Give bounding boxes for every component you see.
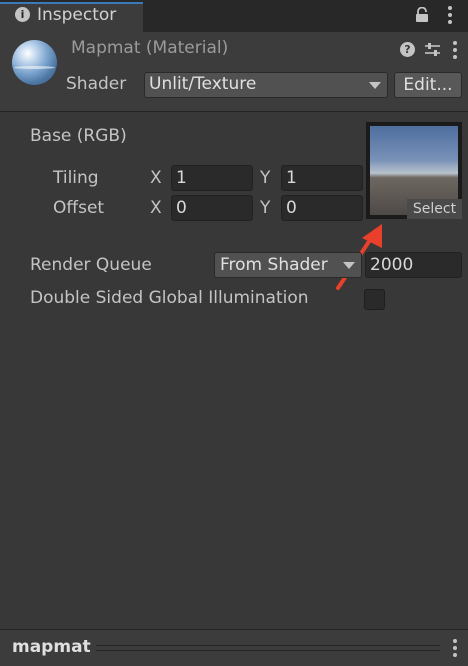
double-sided-gi-checkbox[interactable] — [364, 289, 385, 310]
tab-menu-icon[interactable] — [447, 6, 453, 26]
tiling-label: Tiling — [53, 168, 99, 188]
chevron-down-icon — [343, 262, 355, 269]
shader-label: Shader — [66, 74, 127, 94]
tiling-y-field[interactable]: 1 — [281, 165, 363, 191]
render-queue-mode: From Shader — [220, 255, 328, 275]
material-preview-sphere — [12, 40, 57, 85]
footer-menu-icon[interactable] — [452, 639, 458, 659]
presets-sliders-icon[interactable] — [425, 42, 440, 57]
offset-label: Offset — [53, 198, 105, 218]
offset-y-field[interactable]: 0 — [281, 195, 363, 221]
lock-icon[interactable] — [415, 7, 429, 23]
tiling-x-label: X — [150, 168, 162, 188]
material-title: Mapmat (Material) — [71, 38, 229, 58]
drag-handle-line — [96, 645, 440, 646]
texture-label: Base (RGB) — [30, 126, 127, 146]
tiling-x-field[interactable]: 1 — [171, 165, 253, 191]
chevron-down-icon — [369, 82, 381, 89]
texture-select-button[interactable]: Select — [407, 199, 462, 219]
tab-title: Inspector — [37, 5, 117, 25]
offset-x-label: X — [150, 198, 162, 218]
drag-handle-line — [96, 650, 440, 651]
shader-dropdown-value: Unlit/Texture — [149, 74, 257, 94]
footer-title: mapmat — [12, 637, 91, 657]
offset-x-field[interactable]: 0 — [171, 195, 253, 221]
header-menu-icon[interactable] — [452, 41, 458, 61]
render-queue-label: Render Queue — [30, 255, 152, 275]
edit-shader-button[interactable]: Edit... — [394, 72, 462, 98]
double-sided-gi-label: Double Sided Global Illumination — [30, 288, 309, 308]
render-queue-value-field[interactable]: 2000 — [365, 252, 462, 278]
offset-y-label: Y — [260, 198, 271, 218]
tiling-y-label: Y — [260, 168, 271, 188]
info-icon: i — [15, 7, 30, 22]
help-icon[interactable]: ? — [400, 42, 415, 57]
